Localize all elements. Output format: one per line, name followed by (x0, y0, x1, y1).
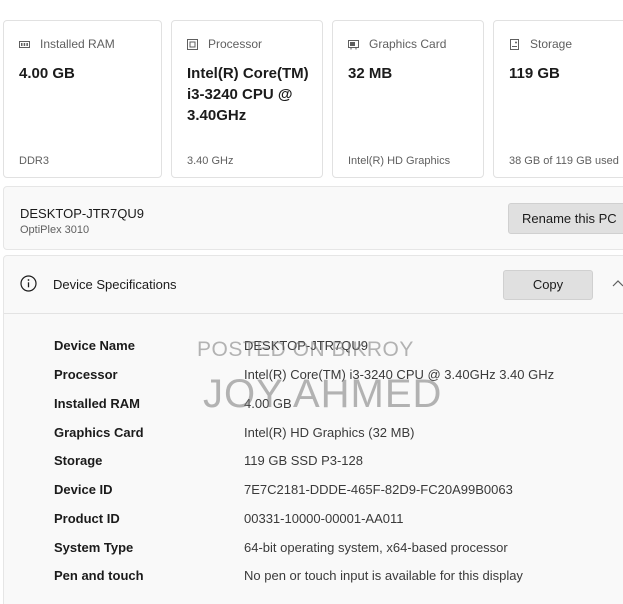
spec-value: 119 GB SSD P3-128 (244, 453, 363, 468)
device-bar: DESKTOP-JTR7QU9 OptiPlex 3010 Rename thi… (3, 186, 623, 250)
rename-pc-button[interactable]: Rename this PC (508, 203, 623, 234)
about-page: Installed RAM 4.00 GB DDR3 Processor Int… (0, 0, 623, 604)
card-footer: 38 GB of 119 GB used (509, 155, 619, 167)
card-footer: Intel(R) HD Graphics (348, 155, 451, 167)
spec-label: Product ID (54, 511, 120, 526)
specs-header[interactable]: Device Specifications Copy (4, 256, 623, 314)
card-installed-ram: Installed RAM 4.00 GB DDR3 (3, 20, 162, 178)
spec-value: 64-bit operating system, x64-based proce… (244, 540, 508, 555)
copy-button[interactable]: Copy (503, 270, 593, 300)
card-footer: DDR3 (19, 155, 49, 167)
card-value: 4.00 GB (19, 65, 75, 82)
device-specifications-panel: Device Specifications Copy Device Name D… (3, 255, 623, 604)
card-title: Processor (208, 37, 263, 51)
chevron-up-icon[interactable] (612, 279, 623, 287)
spec-value: 4.00 GB (244, 396, 292, 411)
card-footer: 3.40 GHz (187, 155, 234, 167)
card-header: Processor (187, 37, 262, 51)
spec-label: Processor (54, 367, 118, 382)
spec-value: 7E7C2181-DDDE-465F-82D9-FC20A99B0063 (244, 482, 513, 497)
card-title: Installed RAM (40, 37, 115, 51)
card-title: Graphics Card (369, 37, 447, 51)
spec-label: Graphics Card (54, 425, 144, 440)
card-value: Intel(R) Core(TM) i3-3240 CPU @ 3.40GHz (187, 65, 309, 124)
spec-label: Device ID (54, 482, 113, 497)
spec-value: 00331-10000-00001-AA011 (244, 511, 404, 526)
spec-label: Storage (54, 453, 103, 468)
info-icon (20, 275, 37, 292)
spec-label: System Type (54, 540, 134, 555)
graphics-card-icon (348, 39, 359, 49)
spec-label: Pen and touch (54, 568, 144, 583)
spec-value: Intel(R) HD Graphics (32 MB) (244, 425, 415, 440)
spec-label: Installed RAM (54, 396, 140, 411)
device-name: DESKTOP-JTR7QU9 (20, 206, 145, 221)
card-graphics: Graphics Card 32 MB Intel(R) HD Graphics (332, 20, 484, 178)
spec-value: No pen or touch input is available for t… (244, 568, 523, 583)
card-header: Graphics Card (348, 37, 446, 51)
ram-icon (19, 40, 30, 48)
card-value: 32 MB (348, 65, 393, 82)
spec-value: Intel(R) Core(TM) i3-3240 CPU @ 3.40GHz … (244, 367, 555, 382)
card-header: Installed RAM (19, 37, 115, 51)
card-processor: Processor Intel(R) Core(TM) i3-3240 CPU … (171, 20, 323, 178)
card-title: Storage (530, 37, 573, 51)
card-header: Storage (509, 37, 572, 51)
processor-icon (187, 38, 198, 50)
device-model: OptiPlex 3010 (20, 224, 90, 236)
spec-label: Device Name (54, 338, 135, 353)
spec-value: DESKTOP-JTR7QU9 (244, 338, 369, 353)
card-storage: Storage 119 GB 38 GB of 119 GB used (493, 20, 623, 178)
card-value: 119 GB (509, 65, 560, 82)
storage-icon (510, 38, 519, 50)
specs-title: Device Specifications (53, 277, 177, 292)
